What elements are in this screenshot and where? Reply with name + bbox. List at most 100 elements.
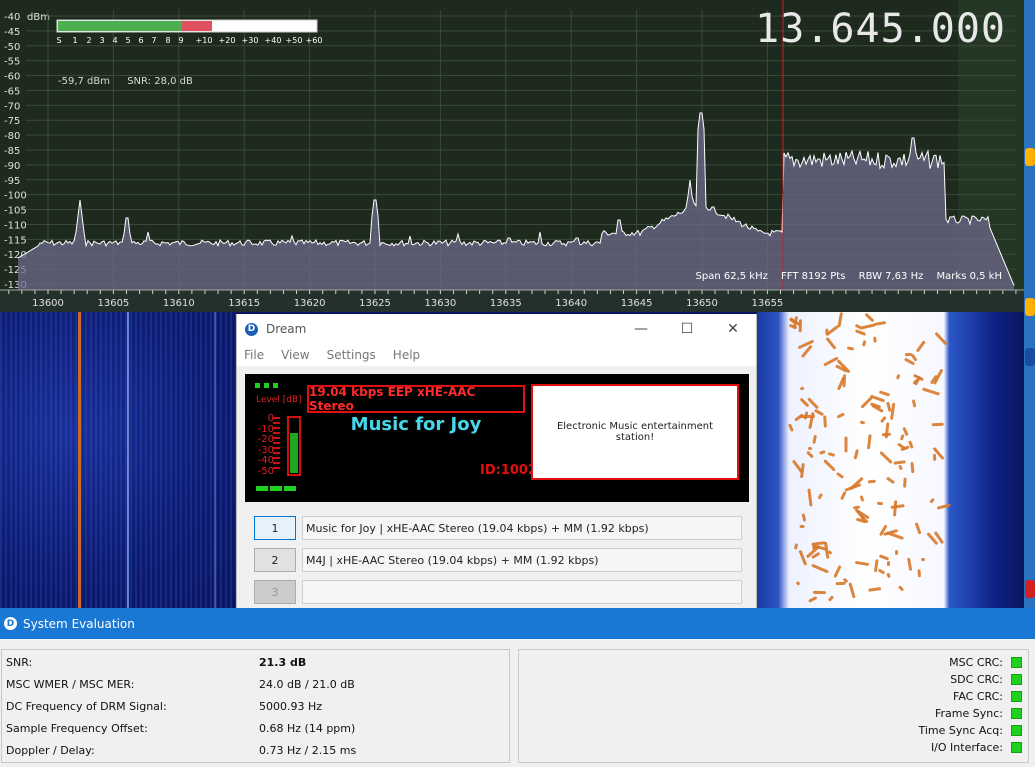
system-evaluation-titlebar[interactable]: D System Evaluation [0,608,1035,639]
dream-window: D Dream — ☐ ✕ File View Settings Help Le… [236,314,757,610]
waterfall-blob [825,328,829,335]
db-tick-label: -85 [4,146,20,157]
waterfall-blob [788,423,794,433]
s-meter-green [58,21,182,31]
waterfall-blob [798,550,808,566]
db-tick-label: -100 [4,191,27,202]
db-unit-label: dBm [27,12,50,23]
waterfall-blob [836,581,846,586]
waterfall-blob [797,339,815,350]
desktop-edge [1024,0,1035,608]
waterfall-blob [799,415,815,419]
dream-logo-icon: D [245,322,258,336]
audio-level-fill [290,432,298,473]
reception-leds [256,486,298,491]
waterfall-blob [801,513,807,523]
s-meter-label: 5 [125,36,130,45]
crc-indicator: FAC CRC: [953,688,1022,704]
waterfall-blob [916,340,927,353]
waterfall-blob [879,554,890,561]
service-button-3[interactable]: 3 [254,580,296,604]
waterfall-blob [866,434,872,450]
s-meter-label: +60 [306,36,323,45]
metric-value: 0.68 Hz (14 ppm) [259,721,356,735]
waterfall-carrier-line [127,312,129,608]
status-leds [255,383,282,388]
waterfall-blob [793,543,798,550]
service-button-2[interactable]: 2 [254,548,296,572]
db-tick-label: -115 [4,235,27,246]
db-tick-label: -70 [4,101,20,112]
app-icon[interactable] [1025,580,1035,598]
s-meter-label: +30 [242,36,259,45]
crc-label: Frame Sync: [935,706,1003,720]
maximize-button[interactable]: ☐ [664,314,710,344]
db-tick-label: -60 [4,72,20,83]
dream-titlebar[interactable]: D Dream — ☐ ✕ [237,314,756,344]
waterfall-blob [840,491,848,501]
station-name: Music for Joy [350,414,482,435]
waterfall-blob [910,461,915,473]
waterfall-blob [878,450,893,464]
menu-file[interactable]: File [244,348,264,362]
freq-tick-label: 13610 [163,298,195,309]
metric-label: Sample Frequency Offset: [6,721,148,735]
metric-row: Doppler / Delay: 0.73 Hz / 2.15 ms [6,742,356,758]
menu-view[interactable]: View [281,348,309,362]
menu-help[interactable]: Help [393,348,420,362]
app-icon[interactable] [1025,348,1035,366]
waterfall-blob [932,454,937,462]
metric-value: 0.73 Hz / 2.15 ms [259,743,357,757]
waterfall-blob [879,390,891,397]
waterfall-blob [827,594,834,602]
minimize-button[interactable]: — [618,314,664,344]
dream-logo-icon: D [4,617,17,630]
waterfall-blob [889,402,896,421]
waterfall-blob [808,595,818,603]
system-evaluation-title: System Evaluation [23,616,135,631]
bitrate-box: 19.04 kbps EEP xHE-AAC Stereo [307,385,525,413]
metric-row: SNR: 21.3 dB [6,654,306,670]
waterfall-blob [877,568,885,575]
waterfall-blob [818,450,826,456]
metric-label: Doppler / Delay: [6,743,95,757]
close-button[interactable]: ✕ [710,314,756,344]
service-button-1[interactable]: 1 [254,516,296,540]
waterfall-blob [914,522,922,535]
waterfall-blob [836,412,845,419]
waterfall-blob [902,477,907,488]
waterfall-blob [800,524,805,528]
waterfall-blob [873,335,877,343]
spectrum-snr: SNR: 28,0 dB [127,76,193,87]
waterfall-blob [825,337,837,351]
waterfall-blob [917,569,922,579]
level-label: Level [dB] [256,395,302,405]
waterfall-blob [861,340,867,347]
waterfall-blob [890,503,905,509]
metric-label: MSC WMER / MSC MER: [6,677,135,691]
level-ticks [273,417,281,475]
folder-icon[interactable] [1025,148,1035,166]
s-meter-label: 2 [86,36,91,45]
frequency-readout[interactable]: 13.645.000 [755,6,1006,52]
menu-settings[interactable]: Settings [327,348,376,362]
s-meter-label: S [56,36,61,45]
waterfall-blob [874,320,887,326]
waterfall-blob [849,476,864,491]
waterfall-blob [864,312,875,322]
crc-indicator: MSC CRC: [949,654,1022,670]
s-meter-label: 8 [165,36,170,45]
span-value: Span 62,5 kHz [695,271,768,282]
freq-tick-label: 13605 [97,298,129,309]
waterfall-blob [859,420,865,425]
service-description: M4J | xHE-AAC Stereo (19.04 kbps) + MM (… [302,548,742,572]
db-tick-label: -90 [4,161,20,172]
station-id: ID:1002 [480,463,538,478]
folder-icon[interactable] [1025,298,1035,316]
spectrum-display[interactable]: -40 -45 -50 -55 -60 -65 -70 -75 -80 -85 -90 -95 -100… [0,0,1024,312]
s-meter-label: 9 [178,36,183,45]
db-tick-label: -80 [4,131,20,142]
freq-tick-label: 13625 [359,298,391,309]
waterfall-blob [799,386,805,391]
level-scale: 0 -10 -20 -30 -40 -50 [257,413,274,477]
